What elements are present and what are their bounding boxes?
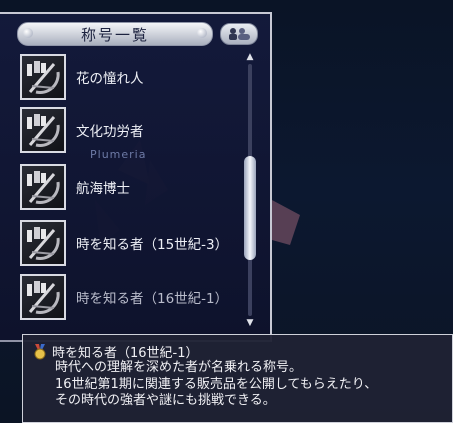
titles-list: 花の憧れ人 文化功労者 航海博士 時を知る者（15世紀-3） 時を知る者（16世… bbox=[20, 52, 240, 334]
medal-icon bbox=[34, 343, 46, 359]
title-cap-left-icon bbox=[23, 28, 33, 38]
tooltip-title: 時を知る者（16世紀-1） bbox=[52, 346, 199, 361]
list-item[interactable]: 航海博士 bbox=[20, 162, 240, 212]
window-title-bar: 称号一覧 bbox=[17, 22, 213, 46]
title-label: 時を知る者（15世紀-3） bbox=[76, 237, 229, 253]
character-view-toggle-button[interactable] bbox=[220, 23, 258, 45]
title-label: 花の憧れ人 bbox=[76, 71, 144, 87]
tooltip-header: 時を知る者（16世紀-1） bbox=[33, 342, 199, 361]
title-tooltip: 時を知る者（16世紀-1） 時代への理解を深めた者が名乗れる称号。 16世紀第1… bbox=[22, 334, 453, 423]
list-item-selected[interactable]: 時を知る者（16世紀-1） bbox=[20, 272, 240, 322]
scroll-thumb[interactable] bbox=[244, 155, 256, 260]
window-title: 称号一覧 bbox=[80, 25, 149, 44]
title-cap-right-icon bbox=[197, 28, 207, 38]
tooltip-description: 時代への理解を深めた者が名乗れる称号。 16世紀第1期に関連する販売品を公開して… bbox=[55, 360, 450, 410]
title-label: 時を知る者（16世紀-1） bbox=[76, 291, 229, 307]
tooltip-line: その時代の強者や謎にも挑戦できる。 bbox=[55, 393, 276, 408]
list-scrollbar[interactable]: ▲ ▼ bbox=[244, 52, 256, 328]
people-icon bbox=[229, 28, 250, 40]
tooltip-line: 時代への理解を深めた者が名乗れる称号。 bbox=[55, 360, 303, 375]
list-item[interactable]: 花の憧れ人 bbox=[20, 52, 240, 102]
sextant-icon bbox=[20, 220, 66, 266]
sextant-icon bbox=[20, 54, 66, 100]
scroll-down-arrow-icon[interactable]: ▼ bbox=[244, 318, 256, 328]
sextant-icon bbox=[20, 274, 66, 320]
sextant-icon bbox=[20, 107, 66, 153]
game-scene: 称号一覧 花の憧れ人 文化功労者 航海博士 時を知る者（15世紀-3） 時を知る… bbox=[0, 0, 453, 423]
watermark-text: Plumeria bbox=[90, 148, 147, 161]
tooltip-line: 16世紀第1期に関連する販売品を公開してもらえたり、 bbox=[55, 376, 378, 392]
title-label: 文化功労者 bbox=[76, 124, 144, 140]
scroll-up-arrow-icon[interactable]: ▲ bbox=[244, 52, 256, 62]
sextant-icon bbox=[20, 164, 66, 210]
title-label: 航海博士 bbox=[76, 181, 130, 197]
list-item[interactable]: 時を知る者（15世紀-3） bbox=[20, 218, 240, 268]
